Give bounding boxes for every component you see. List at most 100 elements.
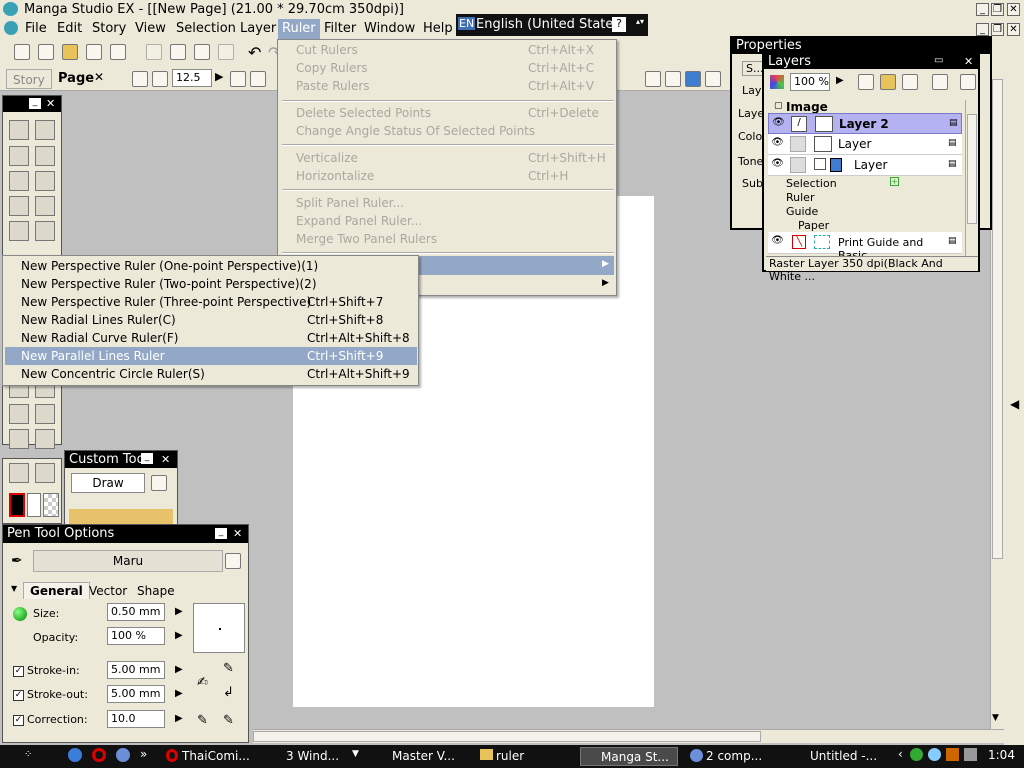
collapse-icon[interactable]: ▼ [11,584,17,593]
menu-view[interactable]: View [135,21,166,36]
copy-icon[interactable] [170,44,186,60]
menu-item-expand-panel[interactable]: Expand Panel Ruler... [296,214,422,228]
layer-row[interactable]: 👁 Layer ▤ [768,134,962,155]
lasso-tool-icon[interactable] [35,120,55,140]
transparent-color-swatch[interactable] [43,493,59,517]
zoom-tool-icon[interactable] [35,463,55,483]
menu-window[interactable]: Window [364,21,415,36]
clock[interactable]: 1:04 [988,748,1015,762]
taskbar-item[interactable]: Untitled -... [790,747,890,766]
menu-file[interactable]: File [25,21,47,36]
visibility-icon[interactable]: 👁 [770,235,785,250]
background-color-swatch[interactable] [27,493,41,517]
page-nav-icon[interactable] [132,71,148,87]
horizontal-scrollbar[interactable] [253,729,1004,743]
new-layer-icon[interactable] [858,74,874,90]
quicklaunch-app-icon[interactable] [116,748,130,762]
stroke-out-field[interactable]: 5.00 mm [107,685,165,703]
save-all-icon[interactable] [110,44,126,60]
new-story-icon[interactable] [38,44,54,60]
settings-toolbar-icon[interactable] [705,71,721,87]
doc-restore-icon[interactable]: ❐ [991,23,1004,36]
language-bar[interactable]: EN English (United States) ? ▴▾ [456,14,648,36]
gradient-tool-icon[interactable] [9,196,29,216]
stroke-out-checkbox[interactable]: ✓ [13,690,24,701]
custom-tool-minimize-icon[interactable]: _ [141,453,153,464]
submenu-item[interactable]: New Perspective Ruler (Three-point Persp… [5,293,417,311]
submenu-item[interactable]: New Radial Curve Ruler(F) Ctrl+Alt+Shift… [5,329,417,347]
pen-tool-icon[interactable] [9,404,29,424]
brush-name[interactable]: Maru [33,550,223,572]
marquee-tool-icon[interactable] [9,120,29,140]
pen-options-close-icon[interactable]: ✕ [233,527,242,540]
menu-edit[interactable]: Edit [57,21,82,36]
section-guide[interactable]: Guide [786,205,818,218]
ruler-toolbar-icon[interactable] [665,71,681,87]
menu-ruler[interactable]: Ruler [278,19,320,39]
menu-story[interactable]: Story [92,21,126,36]
layer-option-icon[interactable]: ▤ [949,118,958,128]
lock-layer-icon[interactable] [932,74,948,90]
layer-option-icon[interactable]: ▤ [948,138,957,148]
zoom-field[interactable]: 12.5 [172,69,212,87]
close-icon[interactable]: ✕ [1007,3,1020,16]
visibility-icon[interactable]: 👁 [770,158,785,173]
tray-icon-3[interactable] [946,748,959,761]
vertical-scroll-thumb[interactable] [992,79,1003,559]
taskbar-item[interactable]: 3 Wind... [266,747,364,766]
minimize-icon[interactable]: _ [976,3,989,16]
stroke-curve-icon[interactable]: ↲ [223,685,234,700]
tray-icon-1[interactable] [910,748,923,761]
menu-item-verticalize[interactable]: Verticalize [296,151,358,165]
paper-layer-row[interactable]: 👁 ╲ Print Guide and Basic... ▤ [768,232,962,262]
menu-item-copy-rulers[interactable]: Copy Rulers [296,61,368,75]
submenu-item[interactable]: New Radial Lines Ruler(C) Ctrl+Shift+8 [5,311,417,329]
group-toggle-icon[interactable]: ▢ [774,101,783,111]
close-tab-icon[interactable]: ✕ [94,70,104,84]
new-icon[interactable] [14,44,30,60]
pressure-icon[interactable]: ✎ [223,661,234,676]
opacity-arrow-icon[interactable]: ▶ [175,630,183,641]
layers-minimize-icon[interactable]: ▭ [934,55,943,66]
size-arrow-icon[interactable]: ▶ [175,606,183,617]
pen-toolbar-icon[interactable] [645,71,661,87]
add-selection-icon[interactable]: + [890,177,899,186]
layer-option-icon[interactable]: ▤ [948,159,957,169]
taskbar-item-active[interactable]: Manga St... [580,747,678,766]
stroke-in-arrow-icon[interactable]: ▶ [175,664,183,675]
fill-tool-icon[interactable] [35,404,55,424]
quicklaunch-opera-icon[interactable] [92,748,106,762]
submenu-item[interactable]: New Perspective Ruler (One-point Perspec… [5,257,417,275]
correction-field[interactable]: 10.0 [107,710,165,728]
menu-selection[interactable]: Selection [176,21,236,36]
opacity-arrow-icon[interactable]: ▶ [836,75,844,86]
custom-tool-mode[interactable]: Draw [71,473,145,493]
save-icon[interactable] [86,44,102,60]
correction-arrow-icon[interactable]: ▶ [175,713,183,724]
language-options-icon[interactable]: ▴▾ [636,17,644,26]
stroke-in-field[interactable]: 5.00 mm [107,661,165,679]
pen-options-minimize-icon[interactable]: _ [215,528,227,539]
tools-minimize-icon[interactable]: _ [29,98,41,109]
submenu-item[interactable]: New Concentric Circle Ruler(S) Ctrl+Alt+… [5,365,417,383]
submenu-item-highlighted[interactable]: New Parallel Lines Ruler Ctrl+Shift+9 [5,347,417,365]
menu-item-split-panel[interactable]: Split Panel Ruler... [296,196,404,210]
custom-tool-close-icon[interactable]: ✕ [161,453,170,466]
tray-expand-icon[interactable]: ‹ [898,747,903,761]
tray-icon-2[interactable] [928,748,941,761]
menu-filter[interactable]: Filter [324,21,356,36]
tab-general[interactable]: General [23,582,90,599]
section-selection[interactable]: Selection [786,177,837,190]
tab-shape[interactable]: Shape [137,584,175,598]
paste-icon[interactable] [194,44,210,60]
hand-tool-icon[interactable] [9,463,29,483]
layers-scroll-thumb[interactable] [967,114,977,224]
layer-lock-slot[interactable] [790,157,806,173]
visibility-icon[interactable]: 👁 [770,137,785,152]
transform-tool-icon[interactable] [35,221,55,241]
magic-wand-tool-icon[interactable] [9,146,29,166]
stroke-in-checkbox[interactable]: ✓ [13,666,24,677]
menu-item-merge-panel[interactable]: Merge Two Panel Rulers [296,232,437,246]
tab-vector[interactable]: Vector [89,584,127,598]
visibility-icon[interactable]: 👁 [771,117,786,132]
